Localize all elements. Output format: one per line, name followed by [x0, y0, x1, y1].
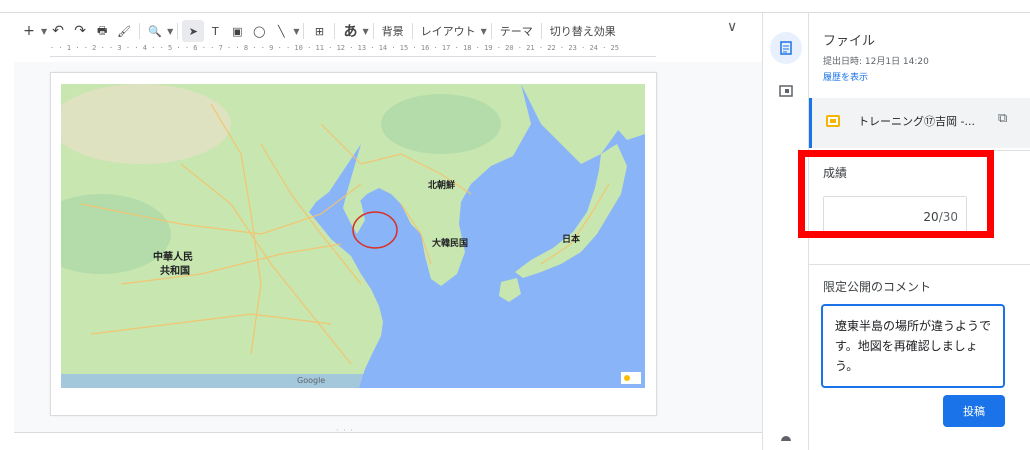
- zoom-chevron-down-icon[interactable]: ▼: [167, 27, 173, 36]
- input-tools-chevron-down-icon[interactable]: ▼: [362, 27, 368, 36]
- slides-toolbar: + ▼ ↶ ↷ 🖶 🖌 🔍 ▼ ➤ T ▣ ◯ ╲ ▼ ⊞ あ ▼ 背景 レイアウト ▼ …: [18, 18, 758, 44]
- print-icon[interactable]: 🖶: [91, 20, 113, 42]
- layout-chevron-down-icon[interactable]: ▼: [481, 27, 487, 36]
- redo-icon[interactable]: ↷: [69, 20, 91, 42]
- map-label-japan: 日本: [562, 235, 581, 245]
- map-label-south-korea: 大韓民国: [432, 239, 469, 249]
- open-in-new-icon[interactable]: ⧉: [998, 111, 1007, 126]
- layout-button[interactable]: レイアウト: [417, 20, 480, 42]
- ruler: · · 1 · · 2 · · 3 · · 4 · · 5 · · 6 · · …: [50, 44, 656, 57]
- file-item[interactable]: トレーニング⑰吉岡 -... ⧉: [809, 98, 1030, 148]
- zoom-icon[interactable]: 🔍: [144, 20, 166, 42]
- slides-file-icon: [826, 115, 840, 127]
- private-comment-label: 限定公開のコメント: [823, 280, 932, 294]
- shape-icon[interactable]: ◯: [248, 20, 270, 42]
- grade-highlight-box: [798, 150, 994, 238]
- file-name: トレーニング⑰吉岡 -...: [858, 115, 975, 128]
- map-footer: [61, 374, 645, 388]
- map-label-china-line2: 共和国: [160, 266, 190, 277]
- speaker-notes-handle[interactable]: · · ·: [336, 426, 354, 435]
- private-comment-input[interactable]: 遼東半島の場所が違うようです。地図を再確認しましょう。: [821, 304, 1005, 388]
- paint-format-icon[interactable]: 🖌: [113, 20, 135, 42]
- map-label-china-line1: 中華人民: [153, 252, 193, 263]
- toolbar-separator: [177, 23, 179, 39]
- transition-button[interactable]: 切り替え効果: [546, 20, 620, 42]
- toolbar-separator: [490, 23, 492, 39]
- comment-add-icon[interactable]: ⊞: [308, 20, 330, 42]
- comments-icon[interactable]: [770, 76, 802, 108]
- file-section-title: ファイル: [823, 34, 876, 49]
- pegman-icon[interactable]: [624, 375, 630, 381]
- map-label-north-korea: 北朝鮮: [428, 181, 456, 191]
- image-icon[interactable]: ▣: [226, 20, 248, 42]
- terrain-shading: [381, 94, 501, 154]
- toolbar-separator: [411, 23, 413, 39]
- collapse-toolbar-icon[interactable]: ∨: [727, 19, 737, 35]
- add-icon[interactable]: +: [18, 20, 40, 42]
- canvas-bottom-divider: [14, 432, 762, 433]
- section-divider: [809, 264, 1030, 265]
- theme-button[interactable]: テーマ: [496, 20, 537, 42]
- submitted-time: 提出日時: 12月1日 14:20: [823, 57, 929, 67]
- toolbar-separator: [540, 23, 542, 39]
- toolbar-separator: [334, 23, 336, 39]
- map-image[interactable]: [61, 84, 645, 388]
- undo-icon[interactable]: ↶: [47, 20, 69, 42]
- textbox-icon[interactable]: T: [204, 20, 226, 42]
- select-cursor-icon[interactable]: ➤: [182, 20, 205, 42]
- expand-handle-icon[interactable]: [781, 436, 791, 441]
- background-button[interactable]: 背景: [378, 20, 408, 42]
- post-button[interactable]: 投稿: [943, 395, 1005, 427]
- toolbar-separator: [372, 23, 374, 39]
- toolbar-separator: [303, 23, 305, 39]
- assignment-files-icon[interactable]: [770, 32, 802, 64]
- history-link[interactable]: 履歴を表示: [823, 70, 868, 83]
- line-chevron-down-icon[interactable]: ▼: [293, 27, 299, 36]
- line-icon[interactable]: ╲: [270, 20, 292, 42]
- google-watermark: Google: [297, 376, 326, 385]
- toolbar-separator: [139, 23, 141, 39]
- input-tools-button[interactable]: あ: [339, 20, 361, 42]
